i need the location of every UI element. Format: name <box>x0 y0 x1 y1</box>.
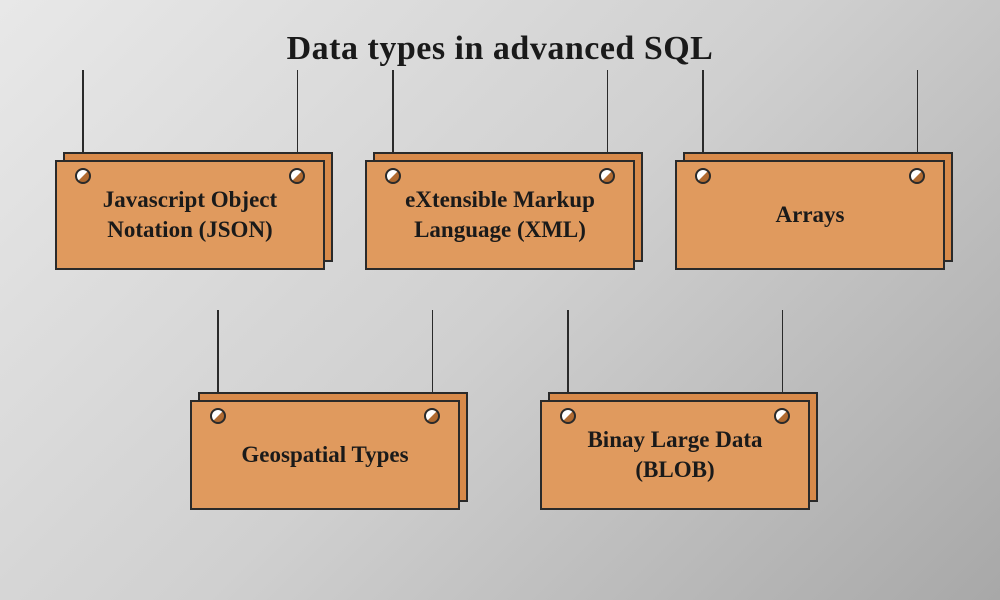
card-xml: eXtensible Markup Language (XML) <box>365 160 635 270</box>
card-label: Arrays <box>776 200 845 230</box>
rivet-icon <box>599 168 615 184</box>
hanging-string <box>607 70 609 160</box>
hanging-string <box>432 310 434 400</box>
card-face: Binay Large Data (BLOB) <box>540 400 810 510</box>
card-label: Javascript Object Notation (JSON) <box>77 185 303 245</box>
rivet-icon <box>695 168 711 184</box>
rivet-icon <box>424 408 440 424</box>
card-label: Geospatial Types <box>241 440 408 470</box>
card-arrays: Arrays <box>675 160 945 270</box>
card-row-1: Javascript Object Notation (JSON) eXtens… <box>0 160 1000 270</box>
card-label: Binay Large Data (BLOB) <box>562 425 788 485</box>
diagram-title: Data types in advanced SQL <box>0 0 1000 68</box>
rivet-icon <box>560 408 576 424</box>
card-face: eXtensible Markup Language (XML) <box>365 160 635 270</box>
rivet-icon <box>774 408 790 424</box>
hanging-string <box>702 70 704 160</box>
card-geospatial: Geospatial Types <box>190 400 460 510</box>
hanging-string <box>217 310 219 400</box>
card-row-2: Geospatial Types Binay Large Data (BLOB) <box>0 400 1000 510</box>
rivet-icon <box>210 408 226 424</box>
rivet-icon <box>75 168 91 184</box>
card-json: Javascript Object Notation (JSON) <box>55 160 325 270</box>
hanging-string <box>392 70 394 160</box>
rivet-icon <box>289 168 305 184</box>
rivet-icon <box>385 168 401 184</box>
card-face: Geospatial Types <box>190 400 460 510</box>
card-blob: Binay Large Data (BLOB) <box>540 400 810 510</box>
hanging-string <box>567 310 569 400</box>
rivet-icon <box>909 168 925 184</box>
card-label: eXtensible Markup Language (XML) <box>387 185 613 245</box>
hanging-string <box>917 70 919 160</box>
hanging-string <box>82 70 84 160</box>
card-face: Arrays <box>675 160 945 270</box>
hanging-string <box>782 310 784 400</box>
hanging-string <box>297 70 299 160</box>
card-face: Javascript Object Notation (JSON) <box>55 160 325 270</box>
